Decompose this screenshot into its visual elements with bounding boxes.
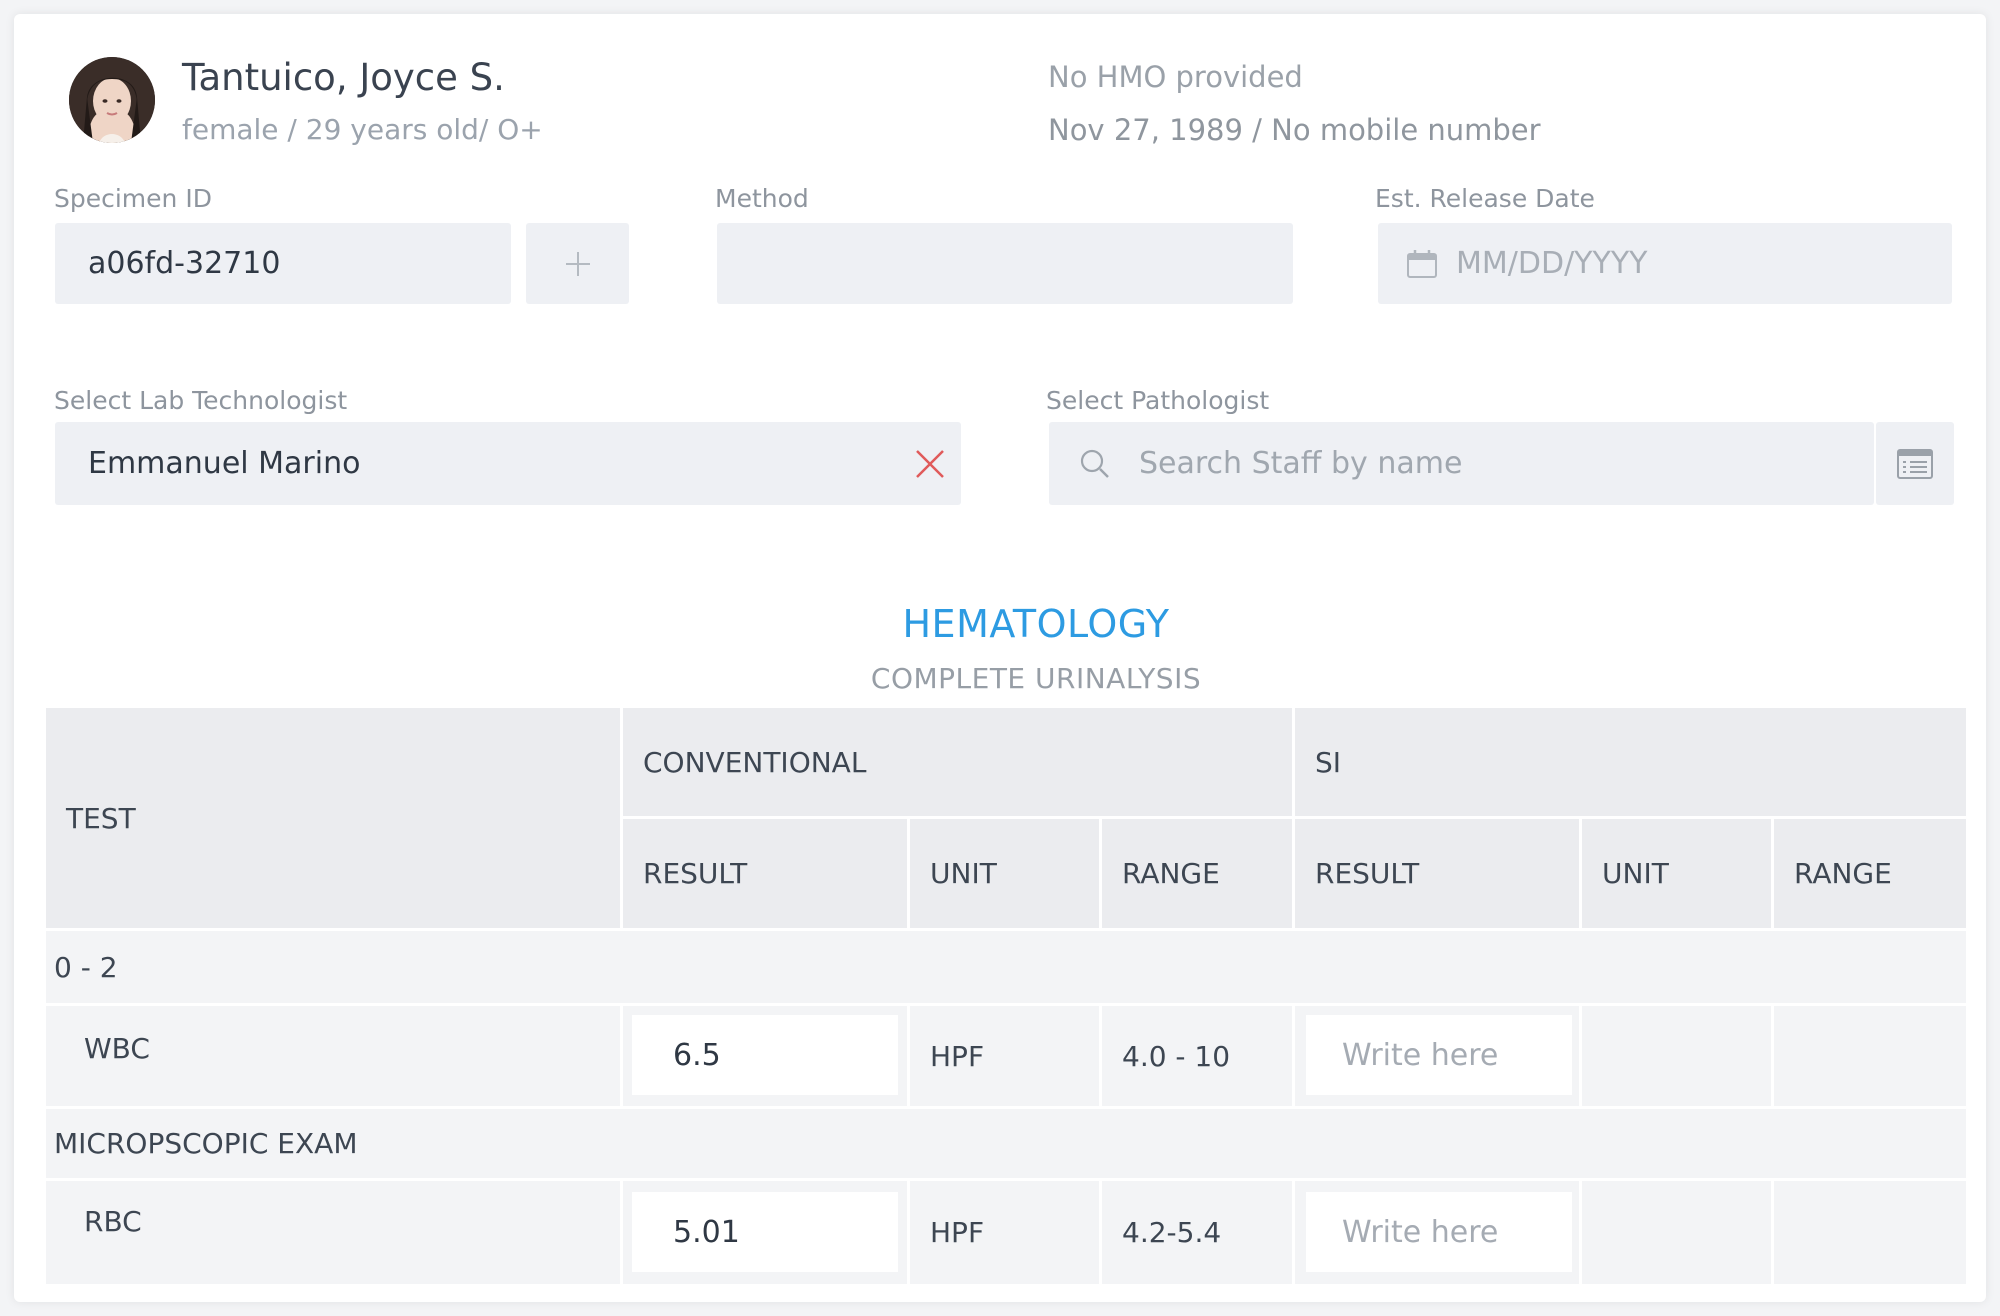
header-si-range: RANGE [1774,819,1966,928]
test-name-cell: RBC [46,1181,620,1284]
conv-unit-cell: HPF [910,1006,1099,1106]
conv-result-value: 6.5 [673,1037,721,1073]
header-si-unit-label: UNIT [1602,857,1669,890]
release-date-field[interactable]: MM/DD/YYYY [1378,223,1952,304]
specimen-id-field[interactable]: a06fd-32710 [55,223,511,304]
method-field[interactable] [717,223,1293,304]
conv-unit: HPF [930,1039,985,1073]
si-range-cell [1774,1006,1966,1106]
conv-result-input[interactable]: 5.01 [632,1192,898,1272]
si-unit-cell [1582,1006,1771,1106]
group-label: MICROPSCOPIC EXAM [54,1127,358,1160]
header-conv-unit-label: UNIT [930,857,997,890]
header-si-unit: UNIT [1582,819,1771,928]
header-conv-result-label: RESULT [643,857,748,890]
conv-range-cell: 4.0 - 10 [1102,1006,1292,1106]
patient-avatar [69,57,155,143]
header-si-result-label: RESULT [1315,857,1420,890]
header-conv-unit: UNIT [910,819,1099,928]
search-icon [1079,448,1111,480]
lab-technologist-value: Emmanuel Marino [88,446,361,481]
pathologist-list-button[interactable] [1876,422,1954,505]
si-result-input[interactable]: Write here [1306,1015,1572,1095]
si-result-placeholder: Write here [1342,1214,1499,1250]
conv-range: 4.0 - 10 [1122,1039,1231,1073]
patient-dob-mobile: Nov 27, 1989 / No mobile number [1048,113,1541,147]
pathologist-label: Select Pathologist [1046,386,1270,415]
group-label: 0 - 2 [54,950,118,984]
section-title: HEMATOLOGY [902,602,1170,646]
close-icon[interactable] [914,448,946,480]
lab-technologist-label: Select Lab Technologist [54,386,348,415]
list-icon [1897,448,1933,479]
add-specimen-button[interactable] [526,223,629,304]
section-subtitle: COMPLETE URINALYSIS [870,662,1202,695]
test-name: WBC [84,1032,150,1065]
conv-unit-cell: HPF [910,1181,1099,1284]
header-conv-range-label: RANGE [1122,857,1220,890]
header-test-label: TEST [66,801,136,835]
release-date-label: Est. Release Date [1375,184,1595,213]
patient-name: Tantuico, Joyce S. [182,56,505,99]
specimen-id-value: a06fd-32710 [88,246,281,281]
header-si-range-label: RANGE [1794,857,1892,890]
pathologist-search-input[interactable]: Search Staff by name [1049,422,1874,505]
release-date-placeholder: MM/DD/YYYY [1456,246,1648,281]
header-si-label: SI [1315,745,1342,779]
header-conv-range: RANGE [1102,819,1292,928]
conv-result-value: 5.01 [673,1214,740,1250]
si-unit-cell [1582,1181,1771,1284]
conv-range-cell: 4.2-5.4 [1102,1181,1292,1284]
method-label: Method [715,184,809,213]
header-si-result: RESULT [1295,819,1579,928]
si-range-cell [1774,1181,1966,1284]
conv-result-input[interactable]: 6.5 [632,1015,898,1095]
patient-hmo: No HMO provided [1048,60,1303,94]
specimen-id-label: Specimen ID [54,184,212,213]
header-conventional-label: CONVENTIONAL [643,745,867,779]
pathologist-placeholder: Search Staff by name [1139,446,1463,481]
header-test: TEST [46,708,620,928]
group-label-row: MICROPSCOPIC EXAM [46,1109,1966,1178]
test-name-cell: WBC [46,1006,620,1106]
conv-unit: HPF [930,1216,985,1249]
si-result-placeholder: Write here [1342,1037,1499,1073]
si-result-input[interactable]: Write here [1306,1192,1572,1272]
header-si: SI [1295,708,1966,816]
patient-demographics: female / 29 years old/ O+ [182,113,543,146]
plus-icon [563,249,593,279]
header-conventional: CONVENTIONAL [623,708,1292,816]
lab-technologist-select[interactable]: Emmanuel Marino [55,422,961,505]
calendar-icon [1406,249,1438,279]
header-conv-result: RESULT [623,819,907,928]
test-name: RBC [84,1205,142,1238]
conv-range: 4.2-5.4 [1122,1216,1222,1249]
group-label-row: 0 - 2 [46,931,1966,1003]
